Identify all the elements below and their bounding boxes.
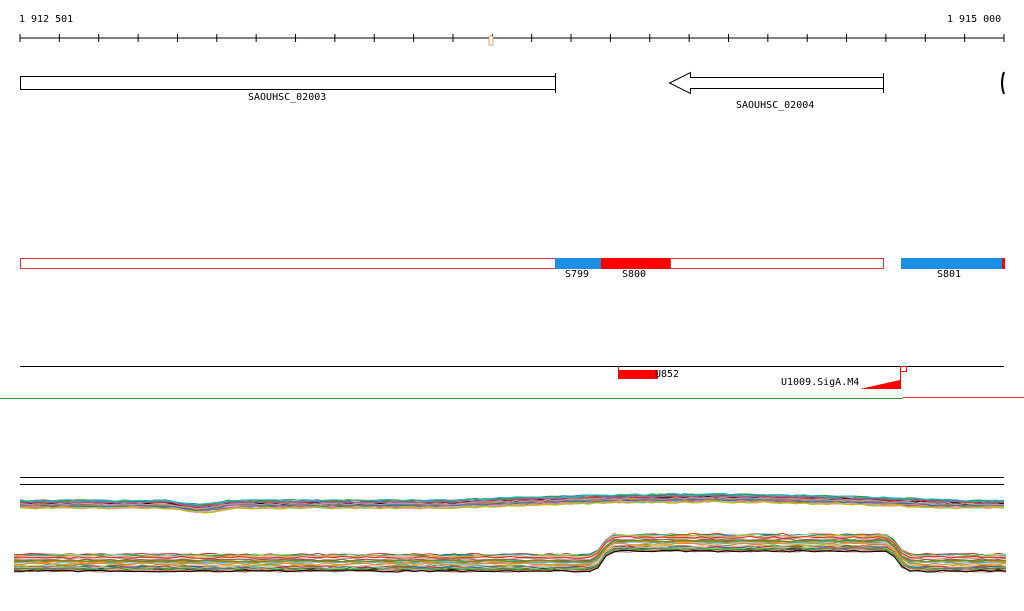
gene-label-saouhsc-02004[interactable]: SAOUHSC_02004 [736, 100, 814, 112]
expression-track-upper [19, 477, 1005, 514]
position-ruler [19, 34, 1005, 46]
feature-u852[interactable] [618, 370, 658, 379]
segment-track [20, 258, 1005, 269]
segment-outline-left[interactable] [20, 258, 556, 269]
track-graphics [0, 34, 1024, 573]
feature-sigma-site[interactable] [860, 380, 900, 389]
segment-s800[interactable] [601, 258, 671, 269]
segment-label-s801[interactable]: S801 [937, 269, 961, 281]
feature-label-sigma[interactable]: U1009.SigA.M4 [781, 377, 859, 389]
gene-arrow-saouhsc-02003[interactable] [20, 76, 556, 90]
gene-edge-fragment [1001, 71, 1005, 95]
segment-edge-red [1002, 258, 1005, 269]
segment-s799[interactable] [555, 258, 601, 269]
feature-label-u852[interactable]: U852 [655, 369, 679, 381]
segment-label-s799[interactable]: S799 [565, 269, 589, 281]
gene-label-saouhsc-02003[interactable]: SAOUHSC_02003 [248, 92, 326, 104]
track-divider [0, 397, 1024, 399]
segment-s801[interactable] [901, 258, 1002, 269]
segment-label-s800[interactable]: S800 [622, 269, 646, 281]
segment-outline-right[interactable] [670, 258, 884, 269]
gene-arrow-saouhsc-02004[interactable] [668, 71, 884, 95]
expression-track-lower [13, 532, 1007, 573]
ruler-end-label: 1 915 000 [947, 14, 1002, 25]
gene-track [20, 71, 1005, 95]
genome-browser-view: 1 912 501 1 915 000 SAOUHSC_02003 SAOUHS… [0, 0, 1024, 611]
position-marker[interactable] [488, 35, 494, 46]
ruler-start-label: 1 912 501 [19, 14, 74, 25]
